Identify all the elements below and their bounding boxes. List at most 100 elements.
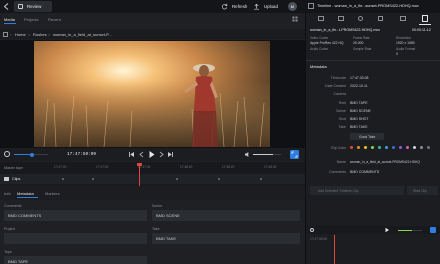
fullscreen-button[interactable] xyxy=(290,150,299,159)
tab-markers[interactable]: Markers xyxy=(45,191,59,196)
meta-value[interactable]: BMD TAKE xyxy=(350,125,368,129)
mini-playhead[interactable] xyxy=(334,235,335,264)
take-field[interactable]: BMD TAKE xyxy=(152,233,300,244)
mini-timeline[interactable] xyxy=(306,226,440,234)
refresh-icon[interactable] xyxy=(221,3,228,10)
clip-color-swatch[interactable] xyxy=(420,146,423,149)
scene-field[interactable]: BMD SCENE xyxy=(152,210,300,221)
upload-icon[interactable] xyxy=(253,3,260,10)
breadcrumb-folder[interactable]: Rushes xyxy=(33,32,47,37)
color-icon[interactable] xyxy=(358,16,363,21)
marker-dot[interactable] xyxy=(62,178,64,180)
marker-dot[interactable] xyxy=(260,178,262,180)
info-value: 0 xyxy=(396,52,398,56)
mini-fullscreen-button[interactable] xyxy=(430,227,436,233)
tape-field[interactable]: BMD TAPE xyxy=(4,256,147,264)
skip-forward-icon[interactable] xyxy=(167,151,174,158)
right-panel-title: Timeline - woman_in_a_fie...sunset-PROMS… xyxy=(317,4,419,8)
tape-label: Tape xyxy=(4,250,12,254)
clip-color-swatch[interactable] xyxy=(385,146,388,149)
clip-info-icon[interactable] xyxy=(318,16,324,21)
clip-color-swatch[interactable] xyxy=(427,146,430,149)
nav-arrow-icon[interactable]: › xyxy=(10,32,11,37)
comments-field[interactable]: BMD COMMENTS xyxy=(4,210,147,221)
name-value[interactable]: woman_in_a_field_at_sunset-PROMS422-HDHQ xyxy=(350,160,420,164)
user-avatar[interactable]: M xyxy=(288,2,297,11)
meta-value[interactable]: 17:47:33:08 xyxy=(350,76,369,80)
refresh-button[interactable]: Refresh xyxy=(232,4,247,9)
meta-label: Date Created xyxy=(325,84,346,88)
collapse-icon[interactable] xyxy=(308,3,314,9)
clip-color-swatch[interactable] xyxy=(357,146,360,149)
skip-back-icon[interactable] xyxy=(128,151,135,158)
tab-media[interactable]: Media xyxy=(4,17,15,22)
clip-color-swatch[interactable] xyxy=(378,146,381,149)
tab-projects[interactable]: Projects xyxy=(24,17,38,22)
toolbar-underline xyxy=(419,24,431,25)
clip-subtitle: woman_in_a_fie...t-PROMS422-HDHQ.mov xyxy=(310,28,381,32)
marker-dot[interactable] xyxy=(176,178,178,180)
info-value: 25.000 xyxy=(353,41,364,45)
info-label: Resolution xyxy=(396,36,412,40)
grid-view-icon[interactable] xyxy=(292,16,298,22)
mini-play-icon[interactable] xyxy=(384,227,390,233)
transport-bar: 17:47:50:09 xyxy=(0,148,305,161)
clip-color-swatch[interactable] xyxy=(406,146,409,149)
jog-slider[interactable] xyxy=(14,152,48,157)
info-label: Frame Rate xyxy=(353,36,370,40)
project-field[interactable] xyxy=(4,233,147,244)
meta-value[interactable]: BMD SCENE xyxy=(350,109,371,113)
sidebar-toggle-icon[interactable] xyxy=(3,31,8,37)
tab-recent[interactable]: Recent xyxy=(48,17,61,22)
timeline[interactable]: Master tape 17:47:00 17:47:20 17:47:40 1… xyxy=(0,162,305,186)
upload-button[interactable]: Upload xyxy=(264,4,278,9)
mini-time: 17:47:33:08 xyxy=(310,237,327,241)
volume-icon[interactable] xyxy=(244,151,251,158)
clip-color-swatch[interactable] xyxy=(371,146,374,149)
clip-color-swatch[interactable] xyxy=(350,146,353,149)
clip-color-swatch[interactable] xyxy=(399,146,402,149)
video-frame[interactable] xyxy=(34,41,270,147)
markers-icon[interactable] xyxy=(378,16,383,21)
review-button[interactable]: Review xyxy=(14,1,52,12)
breadcrumb-home[interactable]: Home xyxy=(15,32,26,37)
tab-metadata[interactable]: Metadata xyxy=(17,191,34,196)
playhead-handle[interactable] xyxy=(137,163,142,166)
comments-value[interactable]: BMD COMMENTS xyxy=(350,170,379,174)
share-icon[interactable] xyxy=(400,16,406,21)
settings-icon[interactable] xyxy=(4,151,10,157)
clip-color-swatch[interactable] xyxy=(392,146,395,149)
step-back-icon[interactable] xyxy=(138,151,145,158)
file-icon[interactable] xyxy=(422,15,428,22)
volume-slider[interactable] xyxy=(253,154,281,155)
meta-value[interactable]: BMD TAPE xyxy=(350,101,368,105)
marker-dot[interactable] xyxy=(218,178,220,180)
top-bar: Review Refresh Upload M xyxy=(0,0,305,13)
meta-value[interactable]: 2022-10-11 xyxy=(350,84,368,88)
mini-volume-slider[interactable] xyxy=(398,230,422,231)
avatar-initial: M xyxy=(290,4,294,10)
info-value: 1920 x 1080 xyxy=(396,41,415,45)
marker-dot[interactable] xyxy=(92,178,94,180)
playhead[interactable] xyxy=(139,164,140,186)
meta-value[interactable]: BMD SHOT xyxy=(350,117,368,121)
clip-color-swatch[interactable] xyxy=(364,146,367,149)
ruler-tick: 17:48:20 xyxy=(222,165,235,169)
step-forward-icon[interactable] xyxy=(158,151,165,158)
good-take-button[interactable]: Good Take xyxy=(350,133,384,140)
play-icon[interactable] xyxy=(147,150,156,159)
back-icon[interactable] xyxy=(2,2,11,11)
jog-handle[interactable] xyxy=(30,152,34,157)
ruler-tick: 17:48:40 xyxy=(264,165,277,169)
start-clip-button[interactable]: Start Clip xyxy=(407,186,438,195)
clip-color-swatch[interactable] xyxy=(413,146,416,149)
ruler-tick: 17:47:00 xyxy=(54,165,67,169)
add-clip-button[interactable]: Add Selected Timeline Clip xyxy=(310,186,404,195)
audio-icon[interactable] xyxy=(338,16,344,21)
info-label: Sample Rate xyxy=(353,47,372,51)
project-label: Project xyxy=(4,227,16,231)
scene-label: Scene xyxy=(152,204,163,208)
mini-settings-icon[interactable] xyxy=(310,227,314,232)
clips-label: Clips xyxy=(12,177,21,181)
tab-info[interactable]: Info xyxy=(4,191,11,196)
